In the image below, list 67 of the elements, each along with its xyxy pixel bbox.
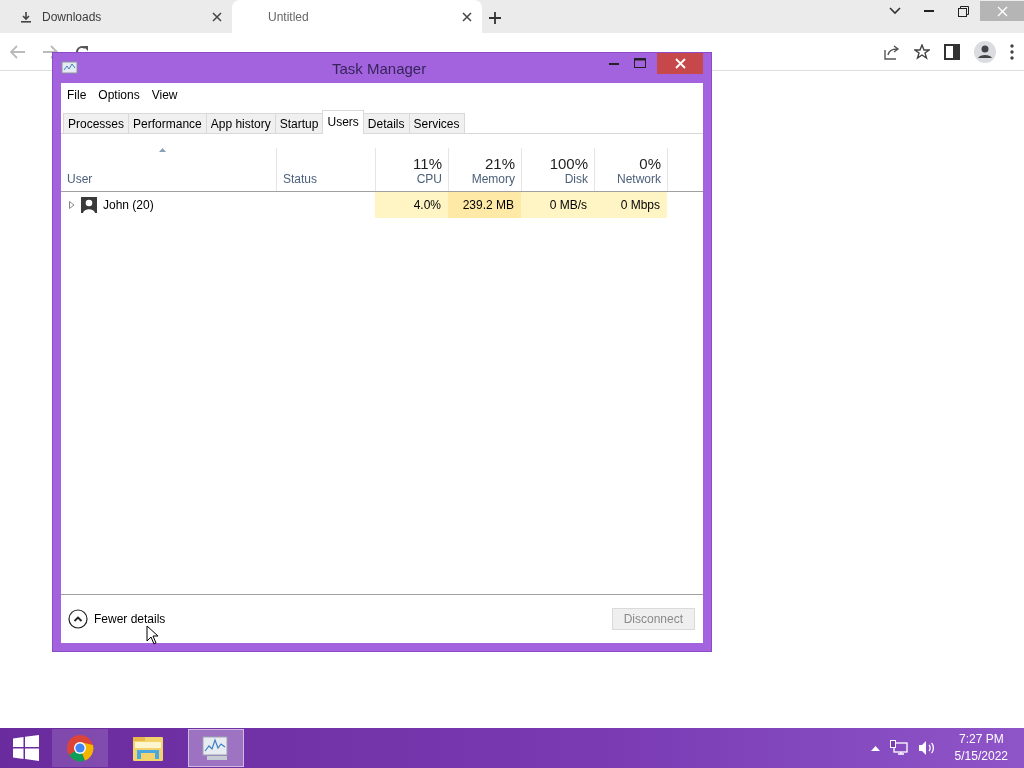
window-title: Task Manager bbox=[332, 59, 427, 77]
column-label: Status bbox=[283, 172, 318, 186]
column-header[interactable]: User bbox=[61, 148, 276, 191]
column-label: User bbox=[67, 172, 93, 186]
column-header[interactable]: 0% Network bbox=[594, 148, 667, 191]
fewer-details-button[interactable]: Fewer details bbox=[68, 609, 166, 629]
menu-item[interactable]: File bbox=[63, 88, 91, 102]
tab[interactable]: Details bbox=[362, 113, 410, 133]
network-icon[interactable] bbox=[889, 740, 908, 756]
close-icon[interactable] bbox=[212, 11, 222, 22]
table-cell: 0 MB/s bbox=[521, 192, 594, 218]
star-icon[interactable] bbox=[914, 43, 930, 60]
new-tab-icon[interactable] bbox=[488, 11, 502, 25]
column-label: Disk bbox=[564, 172, 588, 186]
windows-logo-icon[interactable] bbox=[13, 735, 39, 761]
taskbar-button[interactable] bbox=[52, 729, 108, 767]
usage-percent: 0% bbox=[639, 155, 661, 172]
chrome-icon bbox=[66, 734, 94, 762]
column-label: Memory bbox=[471, 172, 515, 186]
more-icon[interactable] bbox=[1010, 43, 1014, 60]
browser-tab[interactable]: Downloads bbox=[0, 0, 232, 33]
close-button[interactable] bbox=[657, 53, 703, 74]
usage-percent: 100% bbox=[549, 155, 588, 172]
taskbar-button[interactable] bbox=[188, 729, 244, 767]
browser-tab[interactable]: Untitled bbox=[232, 0, 482, 33]
column-header[interactable]: 100% Disk bbox=[521, 148, 594, 191]
minimize-icon bbox=[609, 61, 619, 65]
chevron-down-icon[interactable] bbox=[889, 7, 901, 15]
user-name: John (20) bbox=[103, 198, 154, 212]
column-header[interactable]: Status bbox=[276, 148, 375, 191]
menu-item[interactable]: View bbox=[147, 88, 182, 102]
tab[interactable]: Performance bbox=[128, 113, 207, 133]
share-icon[interactable] bbox=[884, 43, 900, 60]
chevron-up-icon bbox=[68, 609, 88, 629]
clock-date[interactable]: 5/15/2022 bbox=[954, 748, 1008, 765]
usage-percent: 21% bbox=[484, 155, 515, 172]
clock-time[interactable]: 7:27 PM bbox=[958, 731, 1004, 748]
download-icon bbox=[20, 10, 32, 23]
column-header[interactable]: 11% CPU bbox=[375, 148, 448, 191]
app-icon bbox=[61, 60, 79, 76]
table-cell: 0 Mbps bbox=[594, 192, 667, 218]
forward-icon[interactable] bbox=[42, 44, 58, 59]
table-cell: 4.0% bbox=[375, 192, 448, 218]
column-header[interactable]: 21% Memory bbox=[448, 148, 521, 191]
tab[interactable]: Services bbox=[408, 113, 465, 133]
folder-icon bbox=[132, 734, 164, 762]
show-hidden-icon[interactable] bbox=[870, 745, 880, 751]
usage-percent: 11% bbox=[413, 155, 442, 172]
side-panel-icon[interactable] bbox=[944, 43, 960, 60]
close-icon bbox=[996, 5, 1008, 17]
close-icon[interactable] bbox=[462, 11, 472, 22]
close-icon bbox=[674, 58, 686, 69]
monitor-graph-icon bbox=[201, 734, 231, 762]
restore-icon[interactable] bbox=[957, 5, 969, 17]
tab[interactable]: App history bbox=[205, 113, 276, 133]
maximize-icon bbox=[634, 58, 646, 68]
table-cell: 239.2 MB bbox=[448, 192, 521, 218]
column-label: Network bbox=[617, 172, 661, 186]
user-icon bbox=[81, 197, 97, 213]
profile-icon[interactable] bbox=[974, 40, 996, 63]
speaker-icon[interactable] bbox=[917, 740, 935, 756]
tab[interactable]: Startup bbox=[274, 113, 324, 133]
tab[interactable]: Users bbox=[322, 110, 364, 134]
expand-icon[interactable] bbox=[69, 201, 75, 209]
menu-item[interactable]: Options bbox=[94, 88, 144, 102]
column-label: CPU bbox=[416, 172, 442, 186]
tab[interactable]: Processes bbox=[63, 113, 130, 133]
